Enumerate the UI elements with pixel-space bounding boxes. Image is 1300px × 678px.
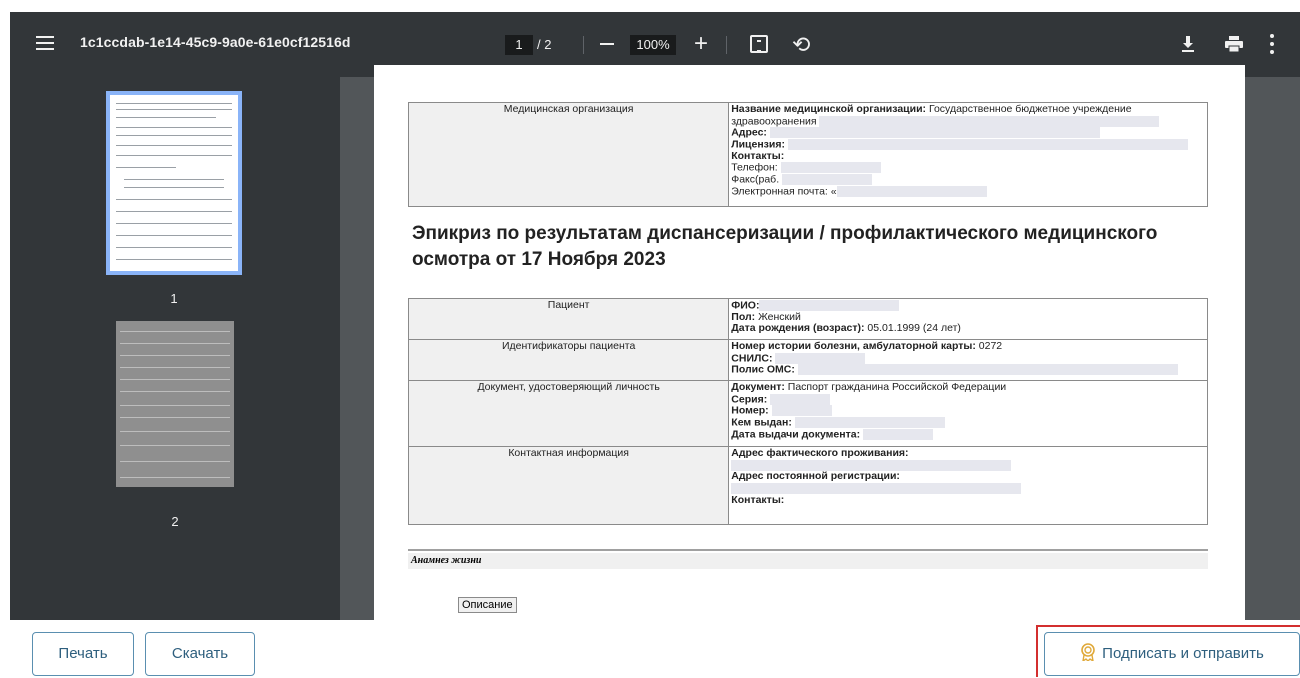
print-icon[interactable]: [1224, 36, 1244, 53]
description-header: Описание: [458, 597, 517, 613]
thumbnail-label-1: 1: [170, 291, 178, 306]
toolbar-divider: [726, 36, 727, 54]
contact-value-cell: Адрес фактического проживания: Адрес пос…: [728, 446, 1208, 525]
page-title: Эпикриз по результатам диспансеризации /…: [412, 223, 1158, 270]
issued-by-label: Кем выдан:: [731, 416, 792, 429]
menu-icon[interactable]: [36, 36, 54, 50]
page-thumbnail-1[interactable]: [106, 91, 242, 275]
contacts-label: Контакты:: [731, 493, 785, 506]
sign-and-send-label: Подписать и отправить: [1102, 645, 1264, 662]
ids-value-cell: Номер истории болезни, амбулаторной карт…: [728, 339, 1208, 381]
document-key-cell: Документ, удостоверяющий личность: [407, 380, 730, 447]
certificate-icon: [1080, 636, 1096, 663]
dob-label: Дата рождения (возраст):: [731, 322, 865, 335]
zoom-input[interactable]: 100%: [630, 35, 676, 55]
document-value-cell: Документ: Паспорт гражданина Российской …: [728, 380, 1208, 447]
print-button[interactable]: Печать: [32, 632, 134, 676]
registration-address-label: Адрес постоянной регистрации:: [731, 470, 900, 483]
org-name-label: Название медицинской организации:: [731, 103, 927, 115]
patient-value-cell: ФИО: Пол: Женский Дата рождения (возраст…: [728, 298, 1208, 340]
dob-value: 05.01.1999 (24 лет): [864, 322, 961, 335]
org-name-value: Государственное бюджетное учреждение: [926, 103, 1132, 115]
patient-table: Пациент ФИО: Пол: Женский Дата рождения …: [407, 298, 1208, 525]
series-label: Серия:: [731, 392, 768, 405]
fio-label: ФИО:: [731, 299, 760, 312]
number-label: Номер:: [731, 404, 769, 417]
org-email-label: Электронная почта: «: [731, 185, 837, 198]
patient-key-cell: Пациент: [407, 298, 730, 340]
org-value-cell: Название медицинской организации: Госуда…: [728, 102, 1208, 207]
download-button[interactable]: Скачать: [145, 632, 255, 676]
issue-date-label: Дата выдачи документа:: [731, 428, 861, 441]
org-contacts-label: Контакты:: [731, 149, 785, 162]
snils-label: СНИЛС:: [731, 351, 773, 364]
doc-label: Документ:: [731, 381, 785, 393]
document-title: 1c1ccdab-1e14-45c9-9a0e-61e0cf12516d: [80, 34, 351, 50]
page-total: / 2: [537, 37, 552, 52]
actual-address-label: Адрес фактического проживания:: [731, 447, 909, 459]
ids-key-cell: Идентификаторы пациента: [407, 339, 730, 381]
document-page: Медицинская организация Название медицин…: [374, 65, 1245, 625]
sign-and-send-button[interactable]: Подписать и отправить: [1044, 632, 1300, 676]
oms-label: Полис ОМС:: [731, 363, 795, 376]
org-phone-label: Телефон:: [731, 161, 778, 174]
history-label: Номер истории болезни, амбулаторной карт…: [731, 340, 976, 352]
viewer-scroll-area[interactable]: [1255, 77, 1300, 620]
download-icon[interactable]: [1180, 34, 1196, 54]
section-divider: [408, 549, 1208, 551]
anamnesis-section-title: Анамнез жизни: [408, 553, 1208, 569]
org-license-label: Лицензия:: [731, 138, 785, 151]
zoom-in-icon[interactable]: +: [694, 30, 708, 58]
toolbar-divider: [583, 36, 584, 54]
thumbnail-sidebar: 1 2: [10, 77, 340, 620]
org-name-value-2: здравоохранения: [731, 114, 817, 127]
fit-page-icon[interactable]: [750, 35, 768, 53]
sex-value: Женский: [755, 310, 801, 323]
page-thumbnail-2[interactable]: [116, 321, 234, 487]
page-number-input[interactable]: 1: [505, 35, 533, 55]
zoom-out-icon[interactable]: [600, 43, 614, 45]
contact-key-cell: Контактная информация: [407, 446, 730, 525]
doc-value: Паспорт гражданина Российской Федерации: [784, 381, 1007, 393]
thumbnail-label-2: 2: [171, 514, 179, 529]
org-key-cell: Медицинская организация: [407, 102, 730, 207]
org-address-label: Адрес:: [731, 126, 767, 139]
organization-table: Медицинская организация Название медицин…: [407, 102, 1208, 207]
rotate-icon[interactable]: ⟲: [792, 32, 810, 58]
org-fax-label: Факс(раб.: [731, 173, 780, 186]
more-options-icon[interactable]: [1270, 34, 1274, 54]
sex-label: Пол:: [731, 310, 756, 323]
history-value: 0272: [975, 340, 1003, 352]
